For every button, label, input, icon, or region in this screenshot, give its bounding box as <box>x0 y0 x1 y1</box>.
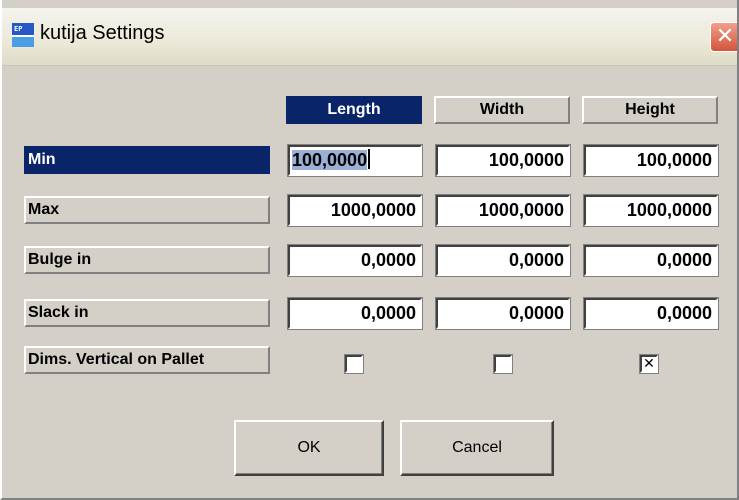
text-caret <box>368 149 371 169</box>
check-mark-icon: ✕ <box>643 355 655 371</box>
settings-dialog: EP kutija Settings ✕ Length Width Height… <box>0 0 739 500</box>
close-button[interactable]: ✕ <box>710 22 737 52</box>
close-icon: ✕ <box>715 24 735 49</box>
bulge-height-field[interactable]: 0,0000 <box>583 244 719 277</box>
title-bar[interactable]: EP kutija Settings ✕ <box>2 8 737 66</box>
app-icon-label: EP <box>12 23 34 35</box>
ok-button[interactable]: OK <box>234 420 384 476</box>
bulge-length-field[interactable]: 0,0000 <box>287 244 423 277</box>
row-label-bulge-in[interactable]: Bulge in <box>24 246 270 274</box>
slack-length-field[interactable]: 0,0000 <box>287 297 423 330</box>
dims-vertical-length-checkbox[interactable] <box>344 354 364 374</box>
dims-vertical-width-checkbox[interactable] <box>493 354 513 374</box>
min-length-value: 100,0000 <box>292 150 368 170</box>
row-label-max[interactable]: Max <box>24 196 270 224</box>
window-title: kutija Settings <box>40 22 165 44</box>
row-label-dims-vertical[interactable]: Dims. Vertical on Pallet <box>24 346 270 374</box>
slack-height-field[interactable]: 0,0000 <box>583 297 719 330</box>
cancel-button[interactable]: Cancel <box>400 420 554 476</box>
row-label-min[interactable]: Min <box>24 146 270 174</box>
max-length-field[interactable]: 1000,0000 <box>287 194 423 227</box>
app-icon-base <box>12 35 34 47</box>
max-width-field[interactable]: 1000,0000 <box>435 194 571 227</box>
slack-width-field[interactable]: 0,0000 <box>435 297 571 330</box>
app-icon: EP <box>12 23 34 47</box>
min-height-field[interactable]: 100,0000 <box>583 144 719 177</box>
min-length-field[interactable]: 100,0000 <box>287 144 423 177</box>
max-height-field[interactable]: 1000,0000 <box>583 194 719 227</box>
bulge-width-field[interactable]: 0,0000 <box>435 244 571 277</box>
dims-vertical-height-checkbox[interactable]: ✕ <box>639 354 659 374</box>
column-header-height[interactable]: Height <box>582 96 718 124</box>
row-label-slack-in[interactable]: Slack in <box>24 299 270 327</box>
column-header-length[interactable]: Length <box>286 96 422 124</box>
min-width-field[interactable]: 100,0000 <box>435 144 571 177</box>
column-header-width[interactable]: Width <box>434 96 570 124</box>
